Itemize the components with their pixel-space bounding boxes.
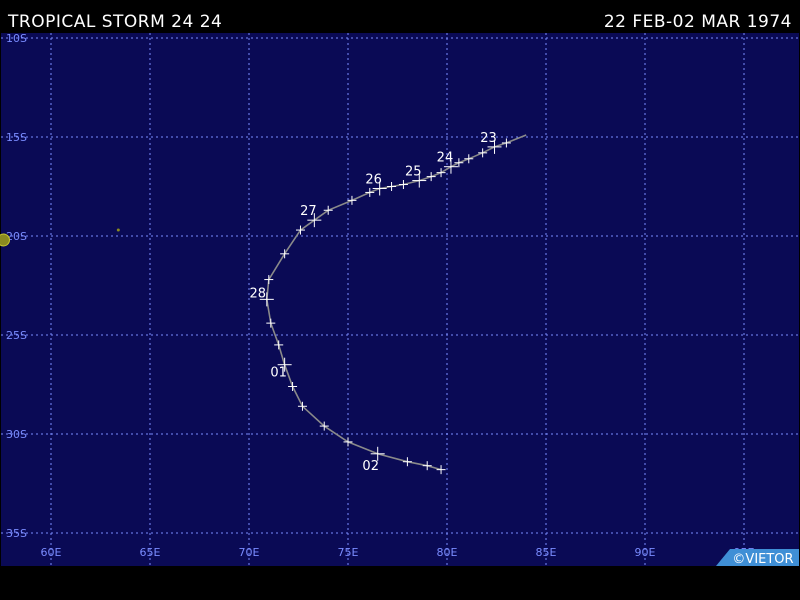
lon-tick-label: 85E <box>536 546 557 559</box>
lat-tick-label: 30S <box>6 428 27 441</box>
day-label: 24 <box>437 151 454 166</box>
island-rodrigues <box>116 228 120 232</box>
island-mauritius <box>0 233 10 247</box>
lat-tick-label: 15S <box>6 131 27 144</box>
lat-tick-label: 35S <box>6 527 27 540</box>
lon-tick-label: 75E <box>338 546 359 559</box>
lon-tick-label: 60E <box>41 546 62 559</box>
day-label: 02 <box>362 459 379 474</box>
map-background <box>1 33 799 566</box>
day-label: 27 <box>300 204 317 219</box>
day-label: 23 <box>480 131 497 146</box>
lat-tick-label: 10S <box>6 32 27 45</box>
lon-tick-label: 90E <box>635 546 656 559</box>
lat-tick-label: 25S <box>6 329 27 342</box>
day-label: 25 <box>405 165 422 180</box>
lon-tick-label: 65E <box>140 546 161 559</box>
lon-tick-label: 80E <box>437 546 458 559</box>
day-label: 01 <box>270 366 287 381</box>
day-label: 26 <box>365 172 382 187</box>
track-map: 60E65E70E75E80E85E90E95E10S15S20S25S30S3… <box>0 32 799 567</box>
credit-badge: ©VIETOR <box>716 549 799 567</box>
credit-text: ©VIETOR <box>732 552 793 567</box>
lon-tick-label: 70E <box>239 546 260 559</box>
day-label: 28 <box>250 286 267 301</box>
bottom-bar <box>0 566 800 600</box>
